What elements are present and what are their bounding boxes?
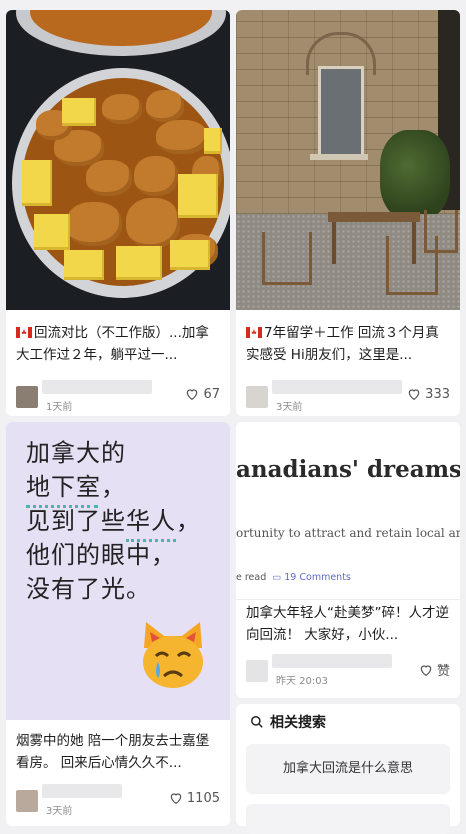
avatar[interactable] xyxy=(246,660,268,682)
like-count: 67 xyxy=(203,386,220,402)
related-search-item[interactable] xyxy=(246,804,450,834)
note-card-4[interactable]: anadians' dreams o ortunity to attract a… xyxy=(236,422,460,698)
note-card-1[interactable]: 回流对比（不工作版）...加拿大工作过２年，躺平过一... 1天前 67 xyxy=(6,10,230,416)
related-searches: 相关搜索 加拿大回流是什么意思 xyxy=(236,704,460,834)
note-card-2[interactable]: 7年留学＋工作 回流３个月真实感受 Hi朋友们，这里是... 3天前 333 xyxy=(236,10,460,416)
post-time: 3天前 xyxy=(276,402,303,413)
note-meta: 1天前 67 xyxy=(16,380,220,413)
author-name-blurred[interactable] xyxy=(272,654,392,668)
avatar[interactable] xyxy=(246,386,268,408)
note-title[interactable]: 加拿大年轻人“赴美梦”碎！人才逆向回流！ 大家好，小伙... xyxy=(246,602,452,646)
post-time: 昨天 20:03 xyxy=(276,676,328,687)
post-time: 1天前 xyxy=(46,402,73,413)
note-cover-image[interactable] xyxy=(236,10,460,310)
cover-text-line: 见到了些华人， xyxy=(26,507,201,535)
heart-icon xyxy=(170,793,182,805)
note-cover-image[interactable] xyxy=(6,10,230,310)
cover-text-line: 地下室， xyxy=(26,473,126,501)
post-time: 3天前 xyxy=(46,806,73,817)
heart-icon xyxy=(408,389,420,401)
cover-text-line: 他们的眼中， xyxy=(26,541,176,569)
cover-subline: ortunity to attract and retain local ar xyxy=(236,526,460,540)
like-count: 333 xyxy=(425,386,450,402)
related-searches-title: 相关搜索 xyxy=(250,712,326,732)
cover-text-line: 加拿大的 xyxy=(26,439,126,467)
crying-cat-emoji-icon xyxy=(143,622,203,688)
author-name-blurred[interactable] xyxy=(42,380,152,394)
cover-read-line: e read ▭ 19 Comments xyxy=(236,572,351,583)
like-button[interactable]: 1105 xyxy=(168,790,220,806)
author-name-blurred[interactable] xyxy=(272,380,402,394)
author-name-blurred[interactable] xyxy=(42,784,122,798)
cover-headline: anadians' dreams o xyxy=(236,456,460,483)
avatar[interactable] xyxy=(16,386,38,408)
like-label: 赞 xyxy=(436,664,450,679)
note-cover-image[interactable]: anadians' dreams o ortunity to attract a… xyxy=(236,422,460,600)
like-button[interactable]: 67 xyxy=(184,386,220,402)
cover-text-line: 没有了光。 xyxy=(26,575,151,603)
heart-icon xyxy=(420,664,432,676)
like-count: 1105 xyxy=(186,790,220,806)
note-title[interactable]: 烟雾中的她 陪一个朋友去士嘉堡看房。 回来后心情久久不... xyxy=(16,730,222,774)
related-search-item[interactable]: 加拿大回流是什么意思 xyxy=(246,744,450,794)
like-button[interactable]: 333 xyxy=(406,386,450,402)
note-card-3[interactable]: 加拿大的 地下室， 见到了些华人， 他们的眼中， 没有了光。 烟雾中的她 陪一个… xyxy=(6,422,230,826)
note-meta: 3天前 1105 xyxy=(16,784,220,817)
note-meta: 3天前 333 xyxy=(246,380,450,413)
canada-flag-icon xyxy=(16,327,32,338)
canada-flag-icon xyxy=(246,327,262,338)
avatar[interactable] xyxy=(16,790,38,812)
search-icon xyxy=(251,716,263,728)
heart-icon xyxy=(187,389,198,401)
comments-link: ▭ 19 Comments xyxy=(272,572,351,583)
note-meta: 昨天 20:03 赞 xyxy=(246,654,450,687)
like-button[interactable]: 赞 xyxy=(418,660,450,679)
note-title[interactable]: 回流对比（不工作版）...加拿大工作过２年，躺平过一... xyxy=(16,322,222,366)
note-title[interactable]: 7年留学＋工作 回流３个月真实感受 Hi朋友们，这里是... xyxy=(246,322,452,366)
note-cover-image[interactable]: 加拿大的 地下室， 见到了些华人， 他们的眼中， 没有了光。 xyxy=(6,422,230,720)
